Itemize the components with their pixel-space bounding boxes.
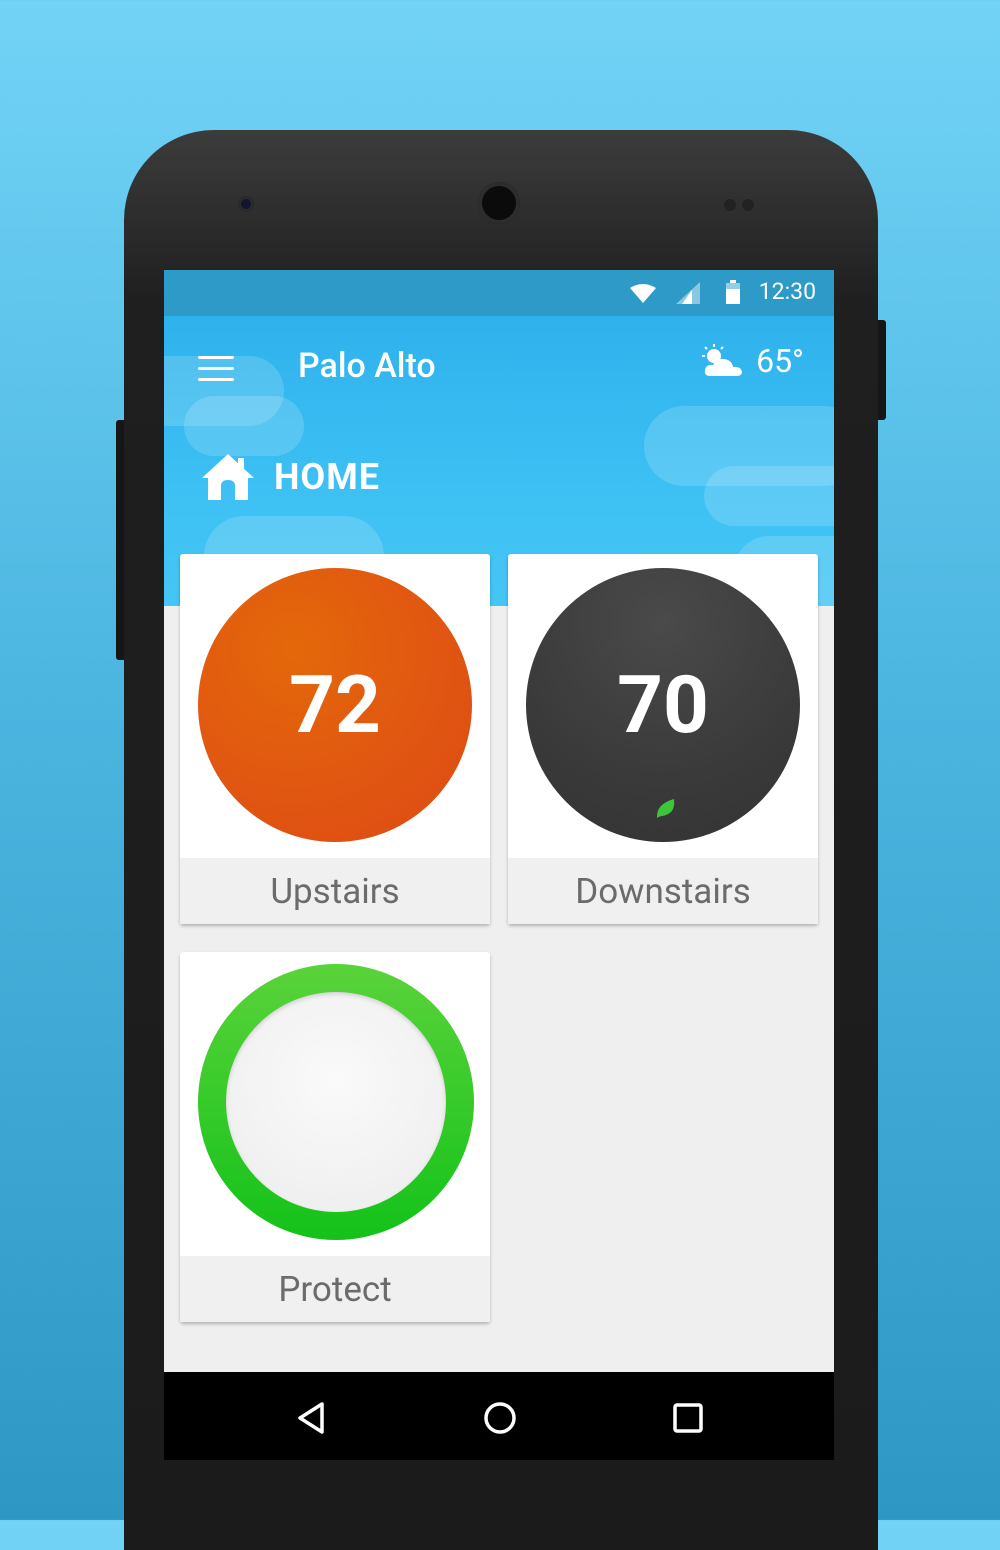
status-bar: 12:30 (164, 270, 834, 316)
partly-cloudy-icon (702, 344, 743, 376)
status-time: 12:30 (758, 278, 816, 305)
thermostat-dial-upstairs: 72 (198, 568, 472, 842)
recents-icon[interactable] (668, 1398, 708, 1438)
cloud-decoration (704, 466, 834, 526)
device-label: Downstairs (508, 858, 818, 924)
page-title: Palo Alto (298, 346, 436, 386)
signal-icon (676, 282, 700, 304)
home-circle-icon[interactable] (480, 1398, 520, 1438)
speaker (724, 196, 774, 211)
battery-icon (726, 280, 740, 304)
back-icon[interactable] (292, 1398, 332, 1438)
wifi-icon (630, 284, 656, 303)
protect-face (226, 992, 446, 1212)
temperature-value: 72 (289, 658, 381, 752)
weather-widget: 65° (700, 342, 804, 380)
cloud-decoration (184, 396, 304, 456)
device-label: Upstairs (180, 858, 490, 924)
temperature-label: 65° (756, 342, 804, 380)
menu-icon[interactable] (198, 356, 234, 382)
device-card-downstairs[interactable]: 70 Downstairs (508, 554, 818, 924)
section-title: HOME (274, 456, 381, 498)
front-camera (478, 182, 520, 224)
temperature-value: 70 (617, 658, 709, 752)
protect-ring (198, 964, 474, 1240)
device-label: Protect (180, 1256, 490, 1322)
navigation-bar (164, 1372, 834, 1460)
home-icon (202, 454, 254, 500)
sensor (238, 196, 254, 212)
section-header: HOME (200, 452, 380, 502)
leaf-icon (656, 799, 675, 818)
device-card-protect[interactable]: Protect (180, 952, 490, 1322)
power-button (878, 320, 886, 420)
screen: 12:30 Palo Alto 65° HOME 72 Upstairs 70 … (164, 270, 834, 1460)
volume-button (116, 420, 124, 660)
device-card-upstairs[interactable]: 72 Upstairs (180, 554, 490, 924)
